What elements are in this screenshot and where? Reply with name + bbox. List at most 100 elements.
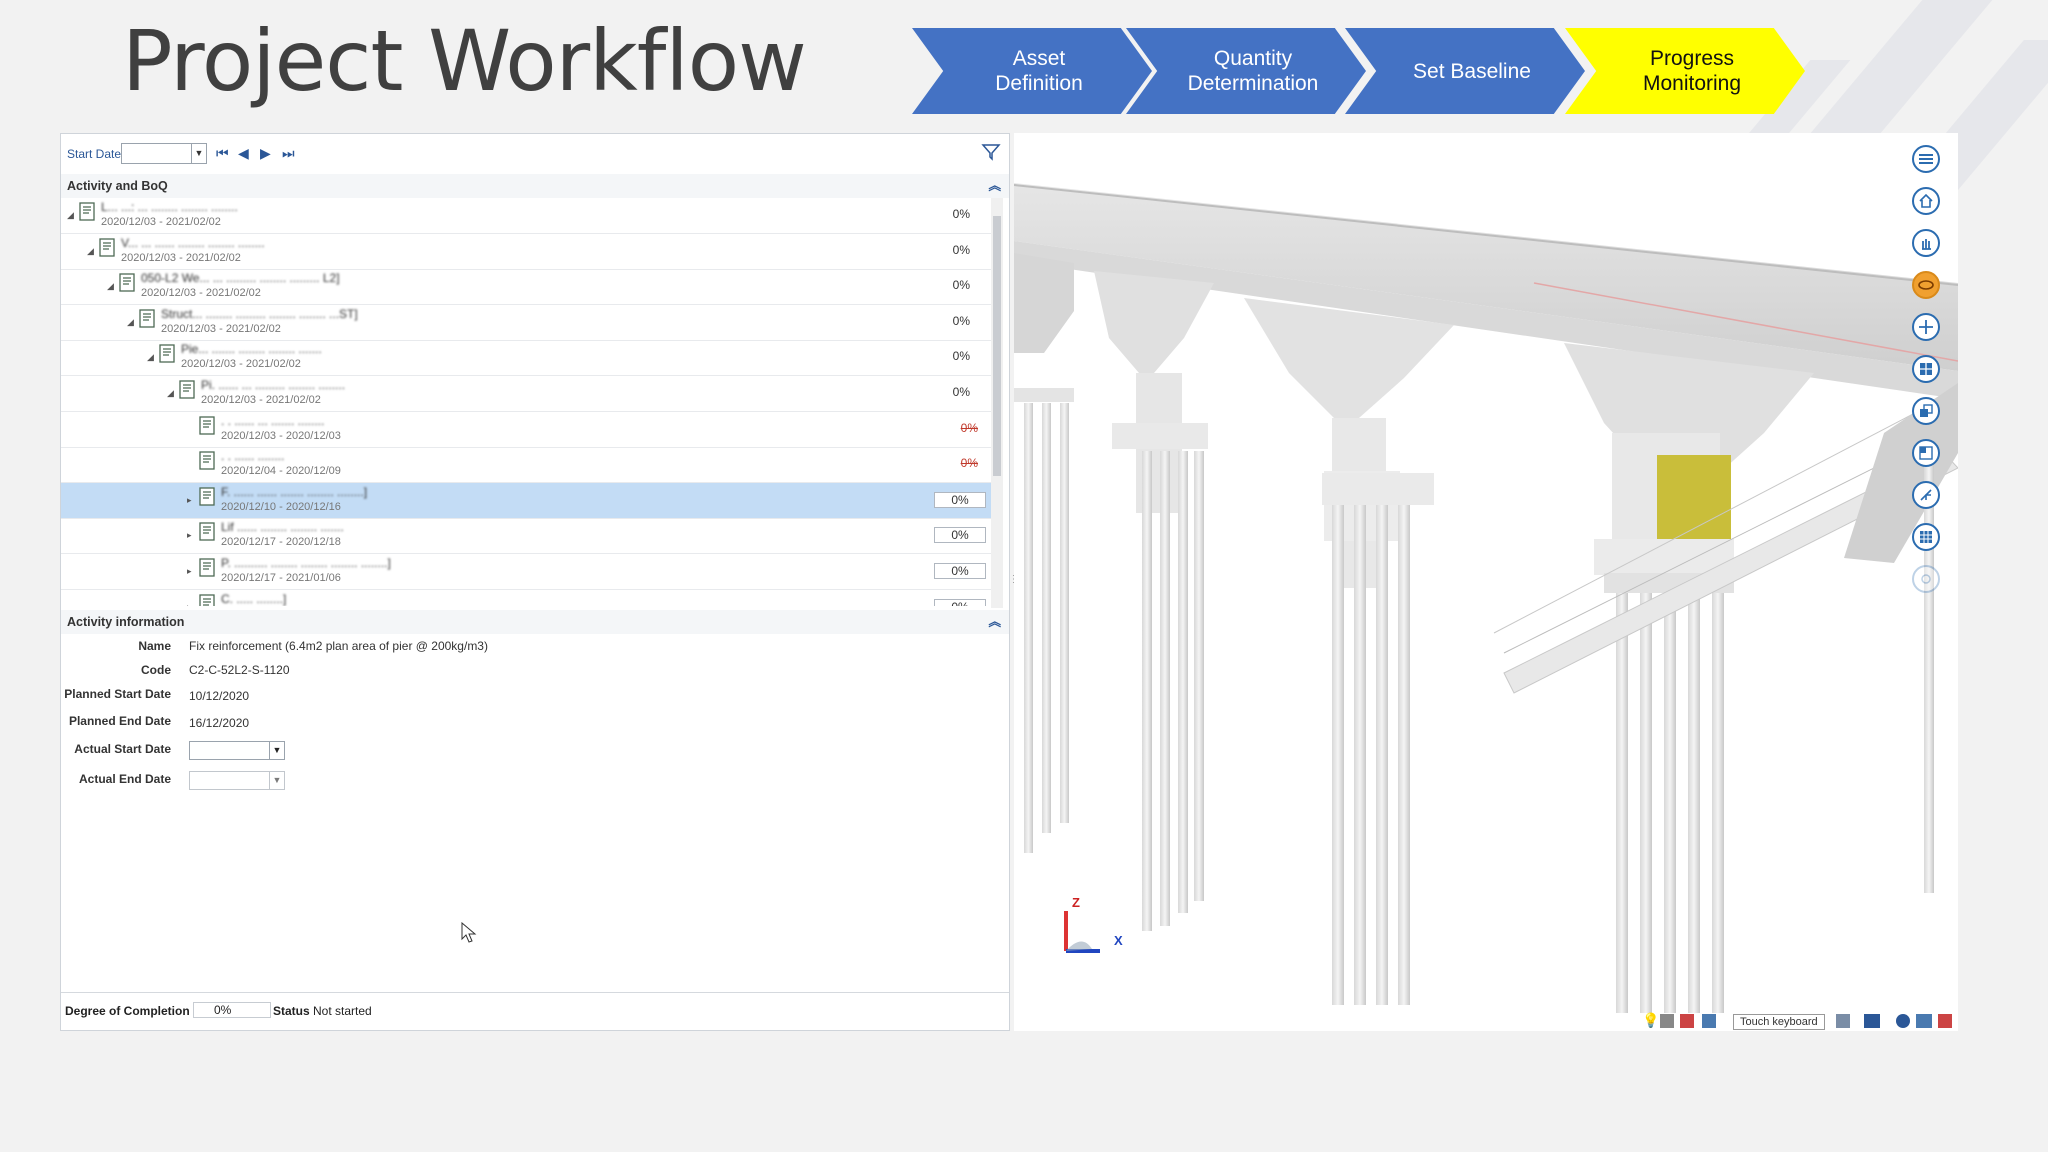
tree-row[interactable]: ◢ L... ...: ... ........ ........ .......… xyxy=(61,198,996,234)
tree-row[interactable]: . . ...... ........ 2020/12/04 - 2020/12/… xyxy=(61,447,996,484)
tree-row[interactable]: ◢ V... ... ...... ........ ........ .....… xyxy=(61,234,996,270)
activity-dates: 2020/12/03 - 2021/02/02 xyxy=(141,287,261,300)
chevron-down-icon[interactable]: ▼ xyxy=(269,772,284,789)
name-row: Name Fix reinforcement (6.4m2 plan area … xyxy=(61,639,488,659)
collapsed-arrow-icon[interactable]: ▸ xyxy=(187,566,192,577)
collapsed-arrow-icon[interactable]: ▸ xyxy=(187,602,192,606)
chevron-down-icon[interactable]: ▼ xyxy=(191,144,206,163)
collapsed-arrow-icon[interactable]: ▸ xyxy=(187,530,192,541)
activity-name: . . ...... ... ....... ........ xyxy=(221,413,325,428)
settings-icon[interactable] xyxy=(1912,565,1940,593)
tree-row[interactable]: ◢ Pi. ...... ... ......... ........ .....… xyxy=(61,376,996,412)
tree-row[interactable]: ▸ C. ..... ........] 0% xyxy=(61,590,996,606)
section-icon[interactable] xyxy=(1912,439,1940,467)
tree-row[interactable]: ◢ Struct... ........ ......... ........ .… xyxy=(61,305,996,341)
panel-splitter[interactable]: ⋮ xyxy=(1009,575,1019,592)
info-icon[interactable] xyxy=(1896,1014,1910,1028)
activity-boq-title: Activity and BoQ xyxy=(67,179,168,193)
progress-percent[interactable]: 0% xyxy=(934,527,986,544)
expanded-arrow-icon[interactable]: ◢ xyxy=(167,388,174,399)
expanded-arrow-icon[interactable]: ◢ xyxy=(147,352,154,363)
expanded-arrow-icon[interactable]: ◢ xyxy=(67,210,74,221)
code-label: Code xyxy=(141,663,171,677)
activity-node-icon xyxy=(119,273,136,292)
tree-row[interactable]: ▸ P. .......... ........ ........ .......… xyxy=(61,554,996,590)
scrollbar-thumb[interactable] xyxy=(993,216,1001,476)
activity-boq-header[interactable]: Activity and BoQ ︽ xyxy=(61,174,1009,198)
actual-start-date-picker[interactable]: ▼ xyxy=(189,741,285,760)
activity-name: V... ... ...... ........ ........ ......… xyxy=(121,235,265,250)
activity-node-icon xyxy=(199,487,216,506)
window-icon[interactable] xyxy=(1912,355,1940,383)
workflow-step-2[interactable]: Quantity Determination xyxy=(1126,28,1366,114)
tray-tool-icon[interactable] xyxy=(1938,1014,1952,1028)
activity-dates: 2020/12/03 - 2021/02/02 xyxy=(201,394,321,406)
activity-info-header[interactable]: Activity information ︽ xyxy=(61,610,1009,634)
list-icon[interactable] xyxy=(1912,145,1940,173)
highlighted-element[interactable] xyxy=(1657,455,1731,551)
tree-row[interactable]: ◢ 050-L2 We... ... ......... ........ ...… xyxy=(61,269,996,306)
degree-input[interactable]: 0% xyxy=(193,1002,271,1018)
planned-start-value: 10/12/2020 xyxy=(189,689,250,703)
measure-icon[interactable] xyxy=(1912,481,1940,509)
footer-divider xyxy=(61,992,1009,993)
progress-percent: 0% xyxy=(952,242,970,257)
nav-first-icon[interactable]: ⏮ xyxy=(216,145,229,162)
orbit-icon[interactable] xyxy=(1912,271,1940,299)
expanded-arrow-icon[interactable]: ◢ xyxy=(127,317,134,328)
progress-percent: 0% xyxy=(952,385,970,399)
actual-end-date-picker[interactable]: ▼ xyxy=(189,771,285,790)
chevron-down-icon[interactable]: ▼ xyxy=(269,742,284,759)
workflow-step-3[interactable]: Set Baseline xyxy=(1345,28,1585,114)
touch-keyboard-button[interactable]: Touch keyboard xyxy=(1733,1014,1825,1030)
expanded-arrow-icon[interactable]: ◢ xyxy=(87,246,94,257)
tray-tool-icon[interactable] xyxy=(1916,1014,1932,1028)
tree-row[interactable]: ▸ F. ...... ...... ....... ........ .....… xyxy=(61,482,996,519)
move-icon[interactable] xyxy=(1912,313,1940,341)
layers-icon[interactable] xyxy=(1912,397,1940,425)
lightbulb-icon[interactable]: 💡 xyxy=(1642,1012,1659,1029)
3d-viewer[interactable]: Z X xyxy=(1014,133,1958,1031)
progress-percent[interactable]: 0% xyxy=(934,598,986,606)
tree-row[interactable]: ◢ Pie... ....... ........ ........ ......… xyxy=(61,340,996,377)
workflow-step-1[interactable]: Asset Definition xyxy=(912,28,1152,114)
workflow-step-label: Set Baseline xyxy=(1413,59,1531,83)
keyboard-icon[interactable] xyxy=(1864,1014,1880,1028)
tree-row[interactable]: . . ...... ... ....... ........ 2020/12/0… xyxy=(61,412,996,448)
home-icon[interactable] xyxy=(1912,187,1940,215)
activity-name: . . ...... ........ xyxy=(221,449,285,464)
axis-z-label: Z xyxy=(1072,895,1080,910)
nav-prev-icon[interactable]: ◀ xyxy=(238,145,249,162)
activity-name: C. ..... ........] xyxy=(221,591,287,606)
start-date-label: Start Date xyxy=(67,147,122,161)
code-value: C2-C-52L2-S-1120 xyxy=(189,663,290,677)
activity-node-icon xyxy=(179,380,196,399)
tray-tool-icon[interactable] xyxy=(1702,1014,1716,1028)
nav-last-icon[interactable]: ⏭ xyxy=(282,145,295,162)
start-date-combo[interactable]: ▼ xyxy=(121,143,207,164)
activity-dates: 2020/12/03 - 2021/02/02 xyxy=(101,216,221,228)
filter-icon[interactable] xyxy=(981,142,1001,165)
progress-percent[interactable]: 0% xyxy=(934,491,986,508)
tray-tool-icon[interactable] xyxy=(1836,1014,1850,1028)
activity-node-icon xyxy=(199,415,216,435)
activity-name: 050-L2 We... ... ......... ........ ....… xyxy=(141,271,340,286)
collapse-icon[interactable]: ︽ xyxy=(988,174,1001,198)
tree-scrollbar[interactable] xyxy=(991,198,1003,608)
tray-tool-icon[interactable] xyxy=(1680,1014,1694,1028)
activity-node-icon xyxy=(199,451,216,470)
workflow-step-4[interactable]: Progress Monitoring xyxy=(1565,28,1805,114)
actual-end-label: Actual End Date xyxy=(78,772,171,786)
collapsed-arrow-icon[interactable]: ▸ xyxy=(187,495,192,506)
activity-node-icon xyxy=(199,593,216,606)
activity-dates: 2020/12/17 - 2020/12/18 xyxy=(221,536,341,549)
activity-name: P. .......... ........ ........ ........… xyxy=(221,556,391,570)
pan-hand-icon[interactable] xyxy=(1912,229,1940,257)
collapse-icon[interactable]: ︽ xyxy=(988,610,1001,634)
progress-percent[interactable]: 0% xyxy=(934,563,986,579)
tree-row[interactable]: ▸ Lif ...... ........ ........ ....... 202… xyxy=(61,518,996,555)
grid-icon[interactable] xyxy=(1912,523,1940,551)
nav-next-icon[interactable]: ▶ xyxy=(260,145,271,162)
tray-tool-icon[interactable] xyxy=(1660,1014,1674,1028)
expanded-arrow-icon[interactable]: ◢ xyxy=(107,281,114,292)
